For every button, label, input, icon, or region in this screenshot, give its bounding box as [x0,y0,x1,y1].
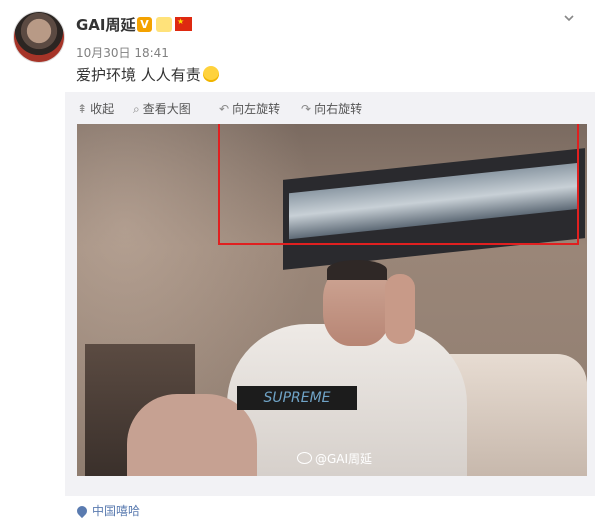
red-highlight-box [218,124,579,245]
watermark-text: @GAI周延 [315,452,373,466]
person-hair [327,260,387,280]
location-label: 中国嘻哈 [92,504,141,518]
collapse-label: 收起 [90,102,115,116]
collapse-button[interactable]: ⇞ 收起 [77,100,114,117]
location-pin-icon [74,503,90,519]
post-text-content: 爱护环境 人人有责 [76,66,201,84]
view-large-label: 查看大图 [142,102,191,116]
media-toolbar: ⇞ 收起 ⌕ 查看大图 ↶ 向左旋转 ↷ 向右旋转 [65,92,595,124]
rotate-right-label: 向右旋转 [314,102,363,116]
rotate-left-icon: ↶ [219,102,230,116]
weibo-eye-icon [297,452,312,464]
person-hand [385,274,415,344]
view-large-button[interactable]: ⌕ 查看大图 [133,100,191,117]
verified-badge-icon: V [137,17,152,32]
avatar[interactable] [14,12,64,62]
collapse-icon: ⇞ [77,102,88,116]
post-text: 爱护环境 人人有责 [76,64,219,85]
media-panel: ⇞ 收起 ⌕ 查看大图 ↶ 向左旋转 ↷ 向右旋转 SUPREME @GAI周延 [65,92,595,496]
emoji-icon [202,66,219,82]
location-tag[interactable]: 中国嘻哈 [74,502,141,519]
weibo-post: GAI周延 V ★ 10月30日 18:41 爱护环境 人人有责 ⇞ 收起 ⌕ 查看… [0,0,595,520]
username[interactable]: GAI周延 [76,14,136,35]
crown-badge-icon [156,17,172,32]
china-flag-icon: ★ [175,17,192,31]
rotate-right-icon: ↷ [301,102,312,116]
chevron-down-icon[interactable] [563,12,575,24]
post-photo[interactable]: SUPREME @GAI周延 [77,124,587,476]
timestamp[interactable]: 10月30日 18:41 [76,44,169,61]
shirt-logo-text: SUPREME [263,390,331,406]
magnify-icon: ⌕ [133,102,140,116]
rotate-left-button[interactable]: ↶ 向左旋转 [219,100,280,117]
rotate-right-button[interactable]: ↷ 向右旋转 [301,100,362,117]
watermark: @GAI周延 [297,450,372,467]
rotate-left-label: 向左旋转 [232,102,281,116]
shirt-logo: SUPREME [237,386,357,410]
